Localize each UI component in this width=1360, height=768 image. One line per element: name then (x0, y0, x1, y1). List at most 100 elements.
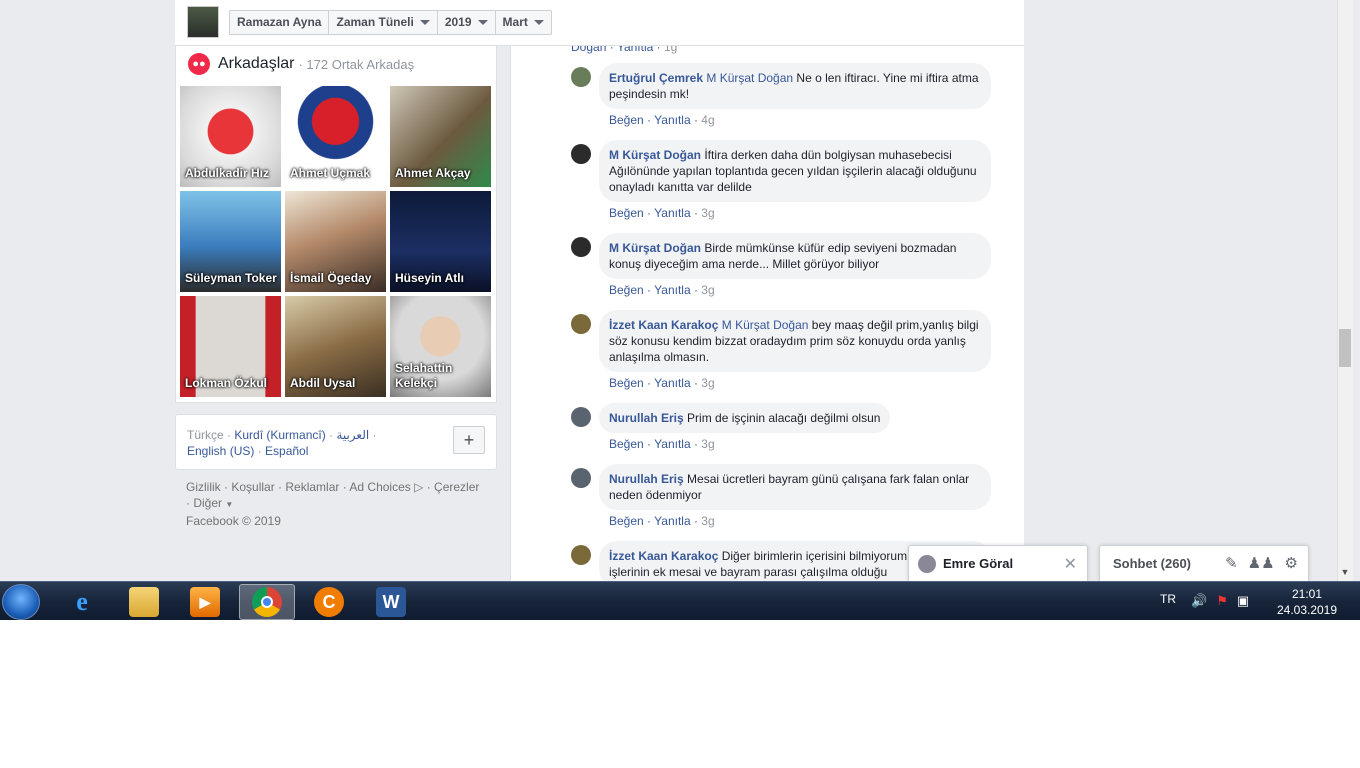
commenter-avatar[interactable] (571, 407, 591, 427)
comment-actions: Beğen · Yanıtla · 3g (609, 206, 715, 220)
footer-link[interactable]: Koşullar (231, 480, 274, 494)
friend-tile[interactable]: Abdil Uysal (285, 296, 386, 397)
media-player-icon: ▶ (190, 587, 220, 617)
mention[interactable]: M Kürşat Doğan (706, 71, 793, 85)
breadcrumb-timeline[interactable]: Zaman Tüneli (329, 11, 438, 34)
language-link[interactable]: Español (265, 444, 308, 458)
action-center-flag-icon[interactable]: ⚑ (1216, 593, 1228, 609)
reply-link[interactable]: Yanıtla (654, 283, 690, 297)
chat-sidebar-tab[interactable]: Sohbet (260) ✎ ♟♟ ⚙ (1099, 545, 1309, 581)
comment-bubble: İzzet Kaan Karakoç M Kürşat Doğan bey ma… (599, 310, 991, 372)
reply-link[interactable]: Yanıtla (654, 113, 690, 127)
like-link[interactable]: Beğen (609, 514, 644, 528)
friends-header: ●● Arkadaşlar · 172 Ortak Arkadaş (188, 52, 414, 76)
compose-icon[interactable]: ✎ (1225, 554, 1238, 572)
comment-time: 3g (701, 206, 715, 220)
footer-link[interactable]: Reklamlar (285, 480, 339, 494)
like-link[interactable]: Beğen (609, 437, 644, 451)
friends-title[interactable]: Arkadaşlar (218, 55, 294, 73)
chat-sidebar-title: Sohbet (260) (1113, 556, 1192, 571)
start-button[interactable] (2, 584, 40, 620)
commenter-avatar[interactable] (571, 144, 591, 164)
like-link[interactable]: Beğen (609, 113, 644, 127)
taskbar-internet-explorer[interactable]: e (54, 584, 110, 620)
breadcrumb-profile[interactable]: Ramazan Ayna (230, 11, 330, 34)
like-link[interactable]: Beğen (609, 376, 644, 390)
friend-tile[interactable]: Selahattin Kelekçi (390, 296, 491, 397)
group-icon[interactable]: ♟♟ (1248, 554, 1275, 572)
footer-link[interactable]: Diğer (193, 496, 222, 510)
comment-text: Prim de işçinin alacağı değilmi olsun (683, 411, 881, 425)
comment-bubble: Nurullah Eriş Mesai ücretleri bayram gün… (599, 464, 991, 510)
comments-column: Doğan · Yanıtla · 1g Ertuğrul Çemrek M K… (510, 46, 1024, 584)
clock[interactable]: 21:01 24.03.2019 (1267, 586, 1347, 618)
mention[interactable]: M Kürşat Doğan (722, 318, 809, 332)
breadcrumb-month[interactable]: Mart (496, 11, 551, 34)
friends-icon: ●● (188, 53, 210, 75)
chevron-down-icon (419, 20, 430, 25)
friend-tile[interactable]: Ahmet Akçay (390, 86, 491, 187)
author-name[interactable]: M Kürşat Doğan (609, 148, 701, 162)
mutual-friends-count: · 172 Ortak Arkadaş (298, 56, 415, 72)
input-language[interactable]: TR (1160, 592, 1176, 606)
comment-bubble: M Kürşat Doğan İftira derken daha dün bo… (599, 140, 991, 202)
blank-area (0, 620, 1360, 768)
taskbar-ccleaner[interactable]: C (301, 584, 357, 620)
scrollbar-thumb[interactable] (1339, 329, 1351, 367)
commenter-avatar[interactable] (571, 237, 591, 257)
reply-link[interactable]: Yanıtla (654, 514, 690, 528)
volume-icon[interactable]: 🔊 (1191, 593, 1207, 609)
author-name[interactable]: İzzet Kaan Karakoç (609, 318, 718, 332)
network-icon[interactable]: ▣ (1237, 593, 1249, 609)
author-name[interactable]: Ertuğrul Çemrek (609, 71, 703, 85)
chat-tab[interactable]: Emre Göral ✕ (908, 545, 1088, 581)
author-name[interactable]: Nurullah Eriş (609, 411, 684, 425)
author-name[interactable]: Nurullah Eriş (609, 472, 684, 486)
clock-date: 24.03.2019 (1276, 603, 1338, 617)
language-link[interactable]: العربية (336, 428, 369, 442)
profile-avatar[interactable] (187, 6, 219, 38)
system-tray: TR 🔊 ⚑ ▣ 21:01 24.03.2019 (1155, 581, 1360, 620)
friend-tile[interactable]: Lokman Özkul (180, 296, 281, 397)
friend-tile[interactable]: Süleyman Toker (180, 191, 281, 292)
like-link[interactable]: Beğen (609, 206, 644, 220)
scroll-down-arrow[interactable]: ▼ (1339, 566, 1351, 578)
taskbar-word[interactable]: W (363, 584, 419, 620)
footer-link[interactable]: Ad Choices (349, 480, 410, 494)
footer-link[interactable]: Gizlilik (186, 480, 221, 494)
reply-link[interactable]: Yanıtla (654, 437, 690, 451)
language-link[interactable]: English (US) (187, 444, 254, 458)
taskbar-chrome[interactable] (239, 584, 295, 620)
commenter-avatar[interactable] (571, 314, 591, 334)
commenter-avatar[interactable] (571, 545, 591, 565)
friend-tile[interactable]: Hüseyin Atlı (390, 191, 491, 292)
author-name[interactable]: Doğan (571, 46, 606, 54)
author-name[interactable]: İzzet Kaan Karakoç (609, 549, 718, 563)
more-languages-button[interactable]: + (453, 426, 485, 454)
comment-actions: Beğen · Yanıtla · 4g (609, 113, 715, 127)
taskbar-file-explorer[interactable] (116, 584, 172, 620)
gear-icon[interactable]: ⚙ (1285, 554, 1298, 572)
friend-tile[interactable]: Abdulkadir Hız (180, 86, 281, 187)
friend-tile[interactable]: İsmail Ögeday (285, 191, 386, 292)
commenter-avatar[interactable] (571, 468, 591, 488)
copyright: Facebook © 2019 (186, 514, 281, 528)
comment-time: 3g (701, 283, 715, 297)
chevron-down-icon (533, 20, 544, 25)
friend-tile[interactable]: Ahmet Uçmak (285, 86, 386, 187)
vertical-scrollbar[interactable] (1337, 0, 1353, 581)
close-icon[interactable]: ✕ (1064, 554, 1077, 574)
like-link[interactable]: Beğen (609, 283, 644, 297)
reply-link[interactable]: Yanıtla (617, 46, 653, 54)
breadcrumb-year[interactable]: 2019 (438, 11, 496, 34)
reply-link[interactable]: Yanıtla (654, 206, 690, 220)
footer-link[interactable]: Çerezler (434, 480, 479, 494)
comment-time: 4g (701, 113, 715, 127)
chevron-down-icon: ▼ (225, 500, 234, 509)
author-name[interactable]: M Kürşat Doğan (609, 241, 701, 255)
taskbar-media-player[interactable]: ▶ (177, 584, 233, 620)
internet-explorer-icon: e (76, 587, 88, 616)
reply-link[interactable]: Yanıtla (654, 376, 690, 390)
language-link[interactable]: Kurdî (Kurmancî) (234, 428, 325, 442)
commenter-avatar[interactable] (571, 67, 591, 87)
